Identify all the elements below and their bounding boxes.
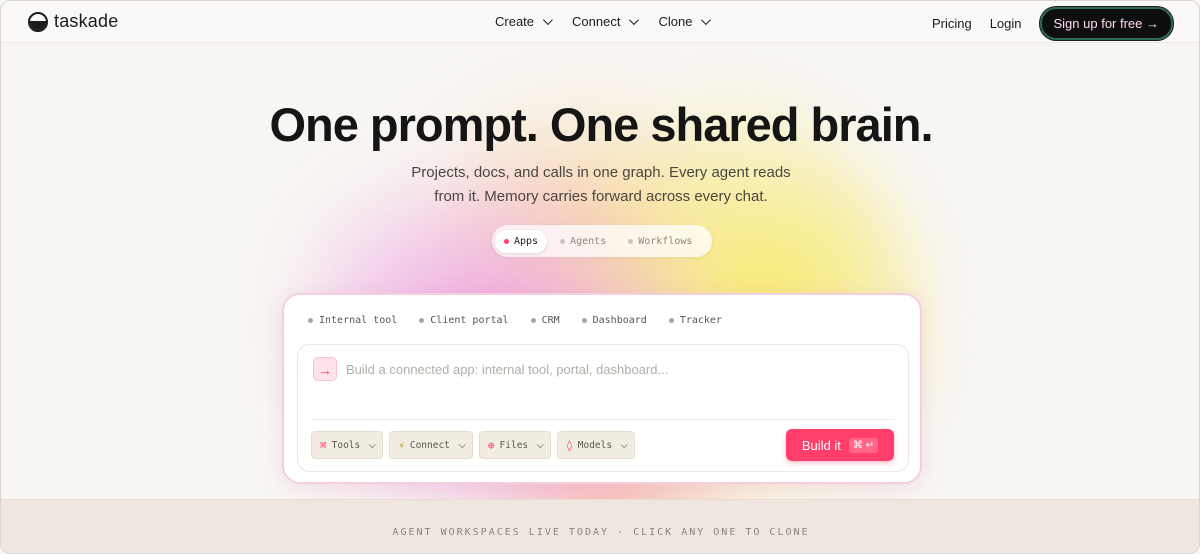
- files-dropdown[interactable]: ⊕ Files: [478, 431, 552, 459]
- diamond-icon: ◊: [566, 438, 573, 452]
- chip-crm[interactable]: CRM: [530, 315, 560, 326]
- divider: [311, 419, 895, 420]
- dot-icon: [419, 318, 425, 323]
- menu-clone[interactable]: Clone: [658, 14, 712, 29]
- models-dropdown[interactable]: ◊ Models: [557, 431, 636, 459]
- tools-dropdown[interactable]: ⌘ Tools: [311, 431, 384, 459]
- suggestion-chips: Internal tool Client portal CRM Dashboar…: [308, 315, 722, 326]
- menu-connect-label: Connect: [572, 14, 621, 29]
- hero-subtitle: Projects, docs, and calls in one graph. …: [1, 161, 1199, 209]
- models-label: Models: [577, 439, 613, 451]
- hero-headline: One prompt. One shared brain.: [269, 98, 933, 151]
- chevron-down-icon: [536, 440, 544, 448]
- chip-internal-tool[interactable]: Internal tool: [308, 315, 397, 326]
- arrow-right-icon: →: [313, 357, 337, 381]
- chip-tracker[interactable]: Tracker: [668, 315, 722, 326]
- dot-icon: [668, 318, 674, 323]
- build-shortcut: ⌘ ↵: [848, 437, 879, 453]
- dot-icon: [504, 238, 509, 244]
- connect-label: Connect: [409, 439, 450, 451]
- chip-label: Client portal: [430, 315, 509, 326]
- chevron-down-icon: [701, 15, 712, 26]
- files-label: Files: [499, 439, 529, 451]
- tab-agents[interactable]: Agents: [551, 230, 615, 253]
- bolt-icon: ⚡: [398, 438, 405, 452]
- composer-input-area: → ⌘ Tools ⚡ Connect ⊕ Files: [297, 344, 909, 472]
- build-button[interactable]: Build it ⌘ ↵: [786, 429, 894, 461]
- menu-create-label: Create: [495, 14, 535, 29]
- prompt-input[interactable]: [346, 357, 886, 381]
- pricing-link[interactable]: Pricing: [932, 16, 972, 31]
- mode-tabs: Apps Agents Workflows: [492, 225, 712, 257]
- command-icon: ⌘: [320, 438, 327, 452]
- hero-subtitle-line-2: from it. Memory carries forward across e…: [434, 188, 768, 205]
- logo-text: taskade: [54, 11, 119, 31]
- login-link[interactable]: Login: [990, 16, 1022, 31]
- connect-dropdown[interactable]: ⚡ Connect: [389, 431, 473, 459]
- page-frame: taskade Create Connect Clone Pricing Log…: [0, 0, 1200, 554]
- bottom-band: AGENT WORKSPACES LIVE TODAY · CLICK ANY …: [1, 499, 1199, 553]
- top-nav: taskade Create Connect Clone Pricing Log…: [1, 1, 1199, 43]
- chip-dashboard[interactable]: Dashboard: [581, 315, 647, 326]
- logo-icon: [28, 11, 48, 32]
- dot-icon: [530, 318, 536, 323]
- composer-card: Internal tool Client portal CRM Dashboar…: [282, 293, 922, 484]
- menu-create[interactable]: Create: [495, 14, 553, 29]
- menu-connect[interactable]: Connect: [572, 14, 640, 29]
- chevron-down-icon: [629, 15, 640, 26]
- tab-agents-label: Agents: [570, 235, 607, 247]
- globe-icon: ⊕: [487, 438, 495, 452]
- chip-label: CRM: [541, 315, 560, 326]
- chip-label: Tracker: [679, 315, 722, 326]
- tab-apps-label: Apps: [514, 235, 539, 247]
- dot-icon: [581, 318, 587, 323]
- dot-icon: [628, 238, 634, 244]
- tool-bar: ⌘ Tools ⚡ Connect ⊕ Files ◊ Models: [311, 431, 636, 459]
- tools-label: Tools: [331, 439, 361, 451]
- dot-icon: [560, 238, 566, 244]
- logo[interactable]: taskade: [28, 11, 118, 32]
- chevron-down-icon: [368, 440, 376, 448]
- chevron-down-icon: [458, 440, 466, 448]
- band-text: AGENT WORKSPACES LIVE TODAY · CLICK ANY …: [392, 527, 810, 538]
- tab-workflows[interactable]: Workflows: [619, 230, 701, 253]
- signup-button[interactable]: Sign up for free →: [1039, 7, 1173, 40]
- menu-clone-label: Clone: [658, 14, 693, 29]
- tab-workflows-label: Workflows: [638, 235, 693, 247]
- chip-label: Internal tool: [319, 315, 398, 326]
- main-menu: Create Connect Clone: [495, 14, 712, 29]
- chip-label: Dashboard: [592, 315, 647, 326]
- tab-apps[interactable]: Apps: [495, 229, 548, 253]
- chip-client-portal[interactable]: Client portal: [419, 315, 509, 326]
- chevron-down-icon: [620, 440, 628, 448]
- right-nav: Pricing Login Sign up for free →: [932, 7, 1173, 40]
- hero-subtitle-line-1: Projects, docs, and calls in one graph. …: [411, 164, 791, 181]
- chevron-down-icon: [542, 15, 553, 26]
- build-label: Build it: [801, 437, 841, 453]
- dot-icon: [308, 318, 313, 323]
